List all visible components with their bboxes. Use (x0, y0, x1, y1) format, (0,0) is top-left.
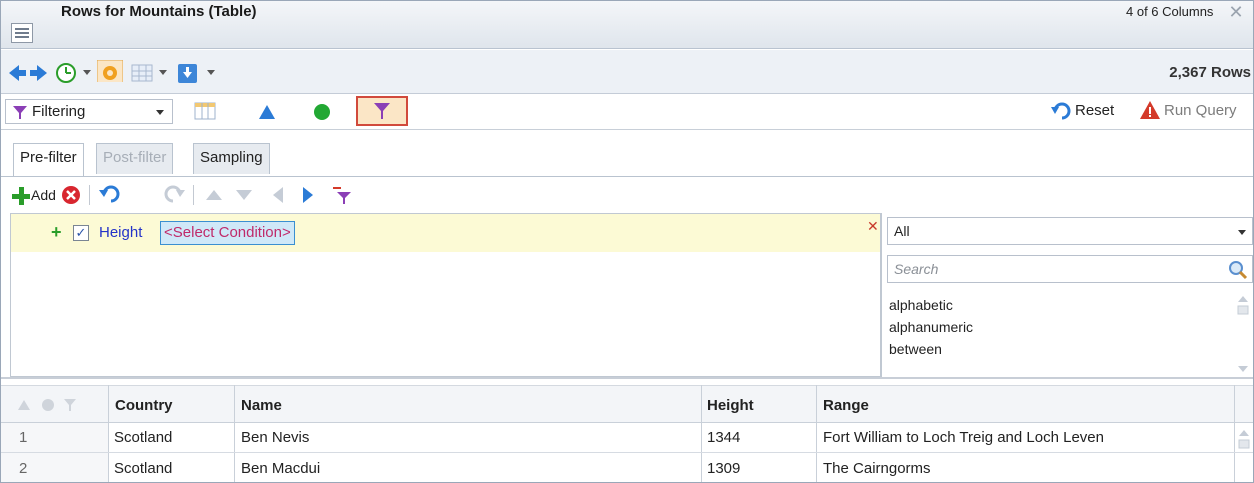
condition-options-list: alphabetic alphanumeric between (887, 293, 1253, 375)
cell-range[interactable]: Fort William to Loch Treig and Loch Leve… (823, 429, 1104, 446)
condition-enabled-checkbox[interactable]: ✓ (73, 225, 89, 241)
row-count: 2,367 Rows (1169, 64, 1251, 81)
reset-undo-icon[interactable] (1051, 102, 1071, 120)
marker-indicator-icon (42, 399, 54, 411)
settings-gear-icon[interactable] (97, 60, 123, 82)
condition-search-input[interactable]: Search (887, 255, 1253, 283)
table-scrollbar[interactable] (1237, 427, 1251, 483)
data-table: Country Name Height Range 1 Scotland Ben… (1, 385, 1253, 483)
column-header-name[interactable]: Name (241, 397, 282, 414)
delete-icon[interactable] (61, 185, 81, 205)
sort-triangle-icon[interactable] (258, 104, 276, 120)
chevron-down-icon (156, 110, 164, 115)
add-plus-icon[interactable] (11, 186, 31, 206)
toolbar-separator (193, 185, 194, 205)
condition-panel: + ✓ Height <Select Condition> ✕ (10, 213, 881, 377)
condition-category-value: All (894, 223, 910, 239)
condition-chooser: All Search alphabetic alphanumeric betwe… (881, 213, 1253, 377)
row-number: 1 (19, 429, 28, 446)
cell-country[interactable]: Scotland (114, 429, 172, 446)
add-condition-button[interactable]: Add (31, 187, 56, 203)
condition-toolbar: Add (1, 177, 1253, 213)
remove-condition-icon[interactable]: ✕ (867, 218, 879, 235)
toolbar-separator (89, 185, 90, 205)
move-down-icon (236, 190, 252, 200)
cell-range[interactable]: The Cairngorms (823, 460, 931, 477)
column-header-height[interactable]: Height (707, 397, 754, 414)
cell-name[interactable]: Ben Macdui (241, 460, 320, 477)
window-title: Rows for Mountains (Table) (61, 3, 257, 20)
condition-option[interactable]: between (889, 341, 942, 357)
condition-row[interactable]: + ✓ Height <Select Condition> ✕ (11, 214, 880, 252)
warning-icon (1140, 101, 1160, 119)
table-icon (11, 23, 33, 43)
condition-option[interactable]: alphabetic (889, 297, 953, 313)
table-row[interactable]: 2 Scotland Ben Macdui 1309 The Cairngorm… (1, 454, 1253, 482)
column-header-range[interactable]: Range (823, 397, 869, 414)
search-icon[interactable] (1228, 260, 1248, 280)
filter-toolbar: Filtering Reset Run Query (1, 94, 1253, 130)
undo-icon[interactable] (99, 185, 121, 205)
chevron-down-icon (1238, 230, 1246, 235)
tab-pre-filter[interactable]: Pre-filter (13, 143, 84, 176)
title-bar: Rows for Mountains (Table) 4 of 6 Column… (1, 1, 1253, 49)
sort-indicator-icon (18, 400, 30, 410)
run-query-button[interactable]: Run Query (1164, 102, 1237, 119)
redo-icon (164, 185, 185, 203)
download-icon[interactable] (177, 62, 199, 84)
column-count-status[interactable]: 4 of 6 Columns (1126, 4, 1213, 19)
panel-divider[interactable] (1, 377, 1253, 379)
table-row[interactable]: 1 Scotland Ben Nevis 1344 Fort William t… (1, 423, 1253, 453)
filter-funnel-icon (374, 103, 390, 119)
view-dropdown-icon[interactable] (159, 70, 167, 75)
outdent-left-icon (273, 187, 283, 203)
cell-country[interactable]: Scotland (114, 460, 172, 477)
download-dropdown-icon[interactable] (207, 70, 215, 75)
row-number: 2 (19, 460, 28, 477)
cell-height[interactable]: 1309 (707, 460, 740, 477)
condition-category-select[interactable]: All (887, 217, 1253, 245)
tab-post-filter: Post-filter (96, 143, 174, 174)
reset-button[interactable]: Reset (1075, 102, 1114, 119)
cell-name[interactable]: Ben Nevis (241, 429, 309, 446)
mode-select-value: Filtering (32, 103, 86, 120)
close-icon[interactable]: ✕ (1226, 2, 1246, 22)
filter-toggle-button[interactable] (356, 96, 408, 126)
funnel-icon (13, 106, 27, 119)
condition-field-name[interactable]: Height (99, 224, 142, 241)
filter-indicator-icon (64, 399, 76, 411)
history-dropdown-icon[interactable] (83, 70, 91, 75)
grid-view-icon[interactable] (131, 62, 153, 84)
clear-filter-icon[interactable] (331, 186, 353, 206)
add-subcondition-icon[interactable]: + (51, 222, 62, 243)
cell-height[interactable]: 1344 (707, 429, 740, 446)
column-header-country[interactable]: Country (115, 397, 173, 414)
select-condition-placeholder[interactable]: <Select Condition> (160, 221, 295, 245)
navigation-toolbar: 2,367 Rows (1, 50, 1253, 94)
filter-tabs: Pre-filter Post-filter Sampling (1, 131, 1253, 177)
search-placeholder: Search (894, 261, 939, 277)
history-clock-icon[interactable] (55, 62, 77, 84)
tab-sampling[interactable]: Sampling (193, 143, 270, 174)
rows-table-window: Rows for Mountains (Table) 4 of 6 Column… (0, 0, 1254, 483)
table-header: Country Name Height Range (1, 385, 1253, 423)
status-circle-icon[interactable] (313, 103, 331, 121)
options-scrollbar[interactable] (1236, 293, 1250, 375)
condition-option[interactable]: alphanumeric (889, 319, 973, 335)
table-columns-icon[interactable] (194, 102, 216, 120)
forward-arrow-icon[interactable] (29, 62, 49, 84)
move-up-icon (206, 190, 222, 200)
mode-select[interactable]: Filtering (5, 99, 173, 124)
back-arrow-icon[interactable] (7, 62, 27, 84)
indent-right-icon[interactable] (301, 186, 315, 204)
